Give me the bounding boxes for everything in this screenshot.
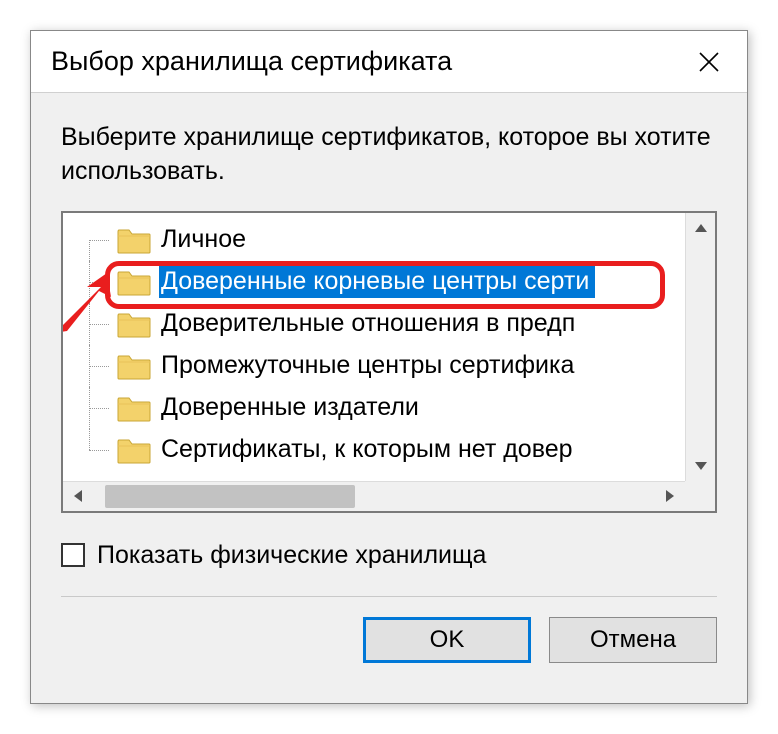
tree-connector (81, 219, 117, 261)
chevron-left-icon (74, 490, 82, 502)
vertical-scrollbar[interactable] (685, 213, 715, 481)
dialog-title: Выбор хранилища сертификата (51, 46, 452, 77)
chevron-down-icon (695, 462, 707, 470)
dialog-button-row: OK Отмена (31, 597, 747, 663)
tree-list: Личное Доверенные корневые центры серти (63, 213, 685, 471)
folder-icon (117, 436, 151, 464)
titlebar: Выбор хранилища сертификата (31, 31, 747, 93)
tree-connector (81, 429, 117, 471)
folder-icon (117, 310, 151, 338)
ok-button[interactable]: OK (363, 617, 531, 663)
tree-item-intermediate[interactable]: Промежуточные центры сертифика (81, 345, 685, 387)
folder-icon (117, 352, 151, 380)
tree-item-trusted-publishers[interactable]: Доверенные издатели (81, 387, 685, 429)
tree-connector (81, 387, 117, 429)
tree-item-untrusted[interactable]: Сертификаты, к которым нет довер (81, 429, 685, 471)
instruction-text: Выберите хранилище сертификатов, которое… (31, 93, 747, 211)
tree-connector (81, 345, 117, 387)
scroll-right-button[interactable] (655, 482, 685, 511)
chevron-up-icon (695, 224, 707, 232)
certificate-store-tree: Личное Доверенные корневые центры серти (61, 211, 717, 513)
chevron-right-icon (666, 490, 674, 502)
close-icon (697, 50, 721, 74)
scroll-corner (685, 481, 715, 511)
tree-item-label: Доверительные отношения в предп (159, 307, 581, 340)
tree-item-personal[interactable]: Личное (81, 219, 685, 261)
folder-icon (117, 268, 151, 296)
cancel-button[interactable]: Отмена (549, 617, 717, 663)
tree-connector (81, 261, 117, 303)
scroll-up-button[interactable] (686, 213, 715, 243)
folder-icon (117, 226, 151, 254)
show-physical-stores-checkbox[interactable] (61, 543, 85, 567)
tree-viewport[interactable]: Личное Доверенные корневые центры серти (63, 213, 685, 481)
scroll-thumb[interactable] (105, 485, 355, 508)
tree-item-enterprise-trust[interactable]: Доверительные отношения в предп (81, 303, 685, 345)
tree-item-label: Промежуточные центры сертифика (159, 349, 580, 382)
tree-item-label: Личное (159, 223, 252, 256)
tree-item-trusted-root[interactable]: Доверенные корневые центры серти (81, 261, 685, 303)
show-physical-stores-label[interactable]: Показать физические хранилища (97, 541, 486, 570)
tree-connector (81, 303, 117, 345)
scroll-down-button[interactable] (686, 451, 715, 481)
close-button[interactable] (683, 36, 735, 88)
certificate-store-dialog: Выбор хранилища сертификата Выберите хра… (30, 30, 748, 704)
tree-item-label: Доверенные издатели (159, 391, 425, 424)
tree-item-label: Доверенные корневые центры серти (159, 265, 595, 298)
scroll-left-button[interactable] (63, 482, 93, 511)
folder-icon (117, 394, 151, 422)
tree-item-label: Сертификаты, к которым нет довер (159, 433, 579, 466)
cancel-button-label: Отмена (590, 626, 676, 654)
ok-button-label: OK (430, 626, 465, 654)
horizontal-scrollbar[interactable] (63, 481, 685, 511)
show-physical-stores-row: Показать физические хранилища (31, 525, 747, 570)
